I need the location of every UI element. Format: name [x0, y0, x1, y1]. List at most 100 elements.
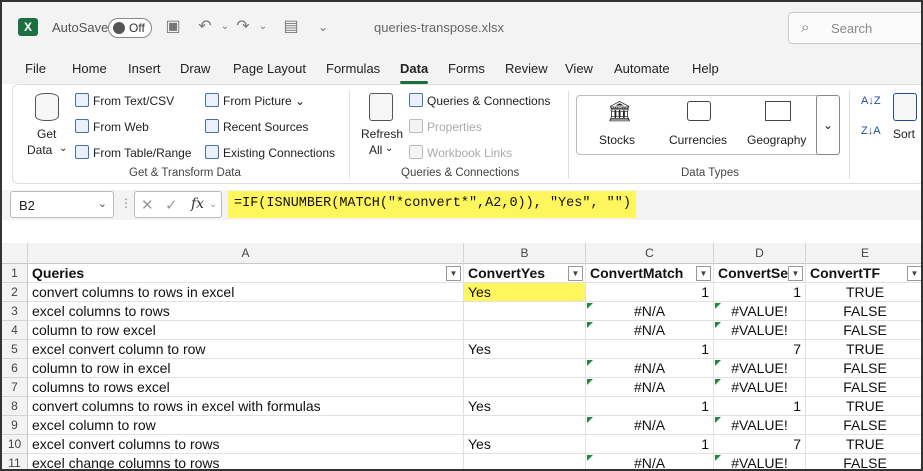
sort-button[interactable]: Sort [891, 91, 921, 149]
table-cell[interactable]: convert columns to rows in excel [28, 283, 464, 302]
table-cell[interactable]: Yes [464, 397, 586, 416]
cancel-icon[interactable]: ✕ [141, 196, 154, 214]
sort-descending-icon[interactable]: Z↓A [861, 125, 881, 137]
redo-icon[interactable]: ↷ [232, 16, 254, 38]
table-cell[interactable]: TRUE [806, 397, 921, 416]
row-header[interactable]: 2 [2, 283, 28, 302]
table-cell[interactable]: 1 [586, 340, 714, 359]
from-picture-button[interactable]: From Picture ⌄ [205, 93, 305, 108]
recent-sources-button[interactable]: Recent Sources [205, 119, 308, 134]
table-cell[interactable]: #VALUE! [714, 378, 806, 397]
table-cell[interactable]: 7 [714, 435, 806, 454]
filter-dropdown-icon[interactable]: ▼ [788, 266, 803, 281]
column-header-e[interactable]: E [806, 243, 921, 264]
name-box[interactable]: B2 ⌄ [10, 191, 114, 218]
select-all-corner[interactable] [2, 243, 28, 264]
table-cell[interactable] [464, 416, 586, 435]
table-cell[interactable]: #N/A [586, 321, 714, 340]
table-cell[interactable] [464, 302, 586, 321]
table-header-cell[interactable]: ConvertYes ▼ [464, 264, 586, 283]
table-cell[interactable]: #N/A [586, 454, 714, 469]
save-icon[interactable]: ▣ [162, 16, 184, 38]
tab-data[interactable]: Data [400, 61, 428, 76]
table-cell[interactable] [464, 378, 586, 397]
table-cell[interactable]: column to row excel [28, 321, 464, 340]
column-header-b[interactable]: B [464, 243, 586, 264]
table-cell[interactable]: TRUE [806, 283, 921, 302]
table-cell[interactable]: Yes [464, 435, 586, 454]
table-cell[interactable]: 7 [714, 340, 806, 359]
insert-function-icon[interactable]: fx [191, 196, 204, 212]
table-cell[interactable]: excel convert column to row [28, 340, 464, 359]
table-cell[interactable]: columns to rows excel [28, 378, 464, 397]
table-cell[interactable]: Yes [464, 340, 586, 359]
row-header[interactable]: 6 [2, 359, 28, 378]
autosave-toggle[interactable]: Off [108, 18, 152, 38]
refresh-all-button[interactable]: Refresh All ⌄ [357, 91, 403, 161]
table-cell[interactable]: #N/A [586, 416, 714, 435]
table-cell[interactable] [464, 359, 586, 378]
table-cell[interactable]: 1 [714, 283, 806, 302]
row-header[interactable]: 3 [2, 302, 28, 321]
table-cell[interactable]: #VALUE! [714, 454, 806, 469]
table-cell[interactable] [464, 321, 586, 340]
table-cell[interactable]: TRUE [806, 435, 921, 454]
existing-connections-button[interactable]: Existing Connections [205, 145, 335, 160]
column-header-a[interactable]: A [28, 243, 464, 264]
table-cell[interactable]: FALSE [806, 378, 921, 397]
table-cell[interactable]: 1 [586, 397, 714, 416]
tab-help[interactable]: Help [692, 61, 719, 76]
row-header[interactable]: 7 [2, 378, 28, 397]
tab-file[interactable]: File [25, 61, 46, 76]
from-text-csv-button[interactable]: From Text/CSV [75, 93, 174, 108]
row-header[interactable]: 11 [2, 454, 28, 469]
row-header[interactable]: 4 [2, 321, 28, 340]
tab-automate[interactable]: Automate [614, 61, 670, 76]
table-header-cell[interactable]: ConvertMatch ▼ [586, 264, 714, 283]
table-cell[interactable] [464, 454, 586, 469]
row-header[interactable]: 8 [2, 397, 28, 416]
tab-review[interactable]: Review [505, 61, 548, 76]
table-cell[interactable]: FALSE [806, 416, 921, 435]
tab-formulas[interactable]: Formulas [326, 61, 380, 76]
search-box[interactable]: ⌕ Search [788, 12, 921, 44]
column-header-d[interactable]: D [714, 243, 806, 264]
enter-icon[interactable]: ✓ [165, 196, 178, 214]
redo-dropdown-icon[interactable]: ⌄ [252, 16, 274, 38]
workbook-links-button[interactable]: Workbook Links [409, 145, 512, 160]
table-header-cell[interactable]: Queries ▼ [28, 264, 464, 283]
table-cell[interactable]: #VALUE! [714, 302, 806, 321]
tab-insert[interactable]: Insert [128, 61, 161, 76]
table-cell[interactable]: #VALUE! [714, 359, 806, 378]
filter-dropdown-icon[interactable]: ▼ [446, 266, 461, 281]
table-cell[interactable]: 1 [586, 283, 714, 302]
table-cell[interactable]: 1 [586, 435, 714, 454]
table-cell[interactable]: 1 [714, 397, 806, 416]
tab-home[interactable]: Home [72, 61, 107, 76]
table-cell[interactable]: #N/A [586, 359, 714, 378]
table-cell[interactable]: FALSE [806, 454, 921, 469]
tab-draw[interactable]: Draw [180, 61, 210, 76]
sort-ascending-icon[interactable]: A↓Z [861, 95, 881, 107]
table-cell[interactable]: #N/A [586, 378, 714, 397]
stocks-button[interactable]: 🏛 Stocks [593, 99, 645, 151]
formula-bar-menu-icon[interactable]: ⋮ [120, 196, 132, 210]
table-cell[interactable]: #VALUE! [714, 321, 806, 340]
row-header[interactable]: 1 [2, 264, 28, 283]
row-header[interactable]: 10 [2, 435, 28, 454]
filter-dropdown-icon[interactable]: ▼ [696, 266, 711, 281]
table-cell[interactable]: #N/A [586, 302, 714, 321]
properties-button[interactable]: Properties [409, 119, 482, 134]
customize-toolbar-icon[interactable]: ⌄ [312, 16, 334, 38]
data-types-more-button[interactable]: ⌄ [816, 95, 840, 155]
from-table-range-button[interactable]: From Table/Range [75, 145, 192, 160]
table-cell[interactable]: Yes [464, 283, 586, 302]
table-cell[interactable]: #VALUE! [714, 416, 806, 435]
column-header-c[interactable]: C [586, 243, 714, 264]
table-cell[interactable]: TRUE [806, 340, 921, 359]
row-header[interactable]: 5 [2, 340, 28, 359]
table-header-cell[interactable]: ConvertTF ▼ [806, 264, 921, 283]
table-cell[interactable]: excel change columns to rows [28, 454, 464, 469]
table-cell[interactable]: excel convert columns to rows [28, 435, 464, 454]
table-cell[interactable]: FALSE [806, 321, 921, 340]
